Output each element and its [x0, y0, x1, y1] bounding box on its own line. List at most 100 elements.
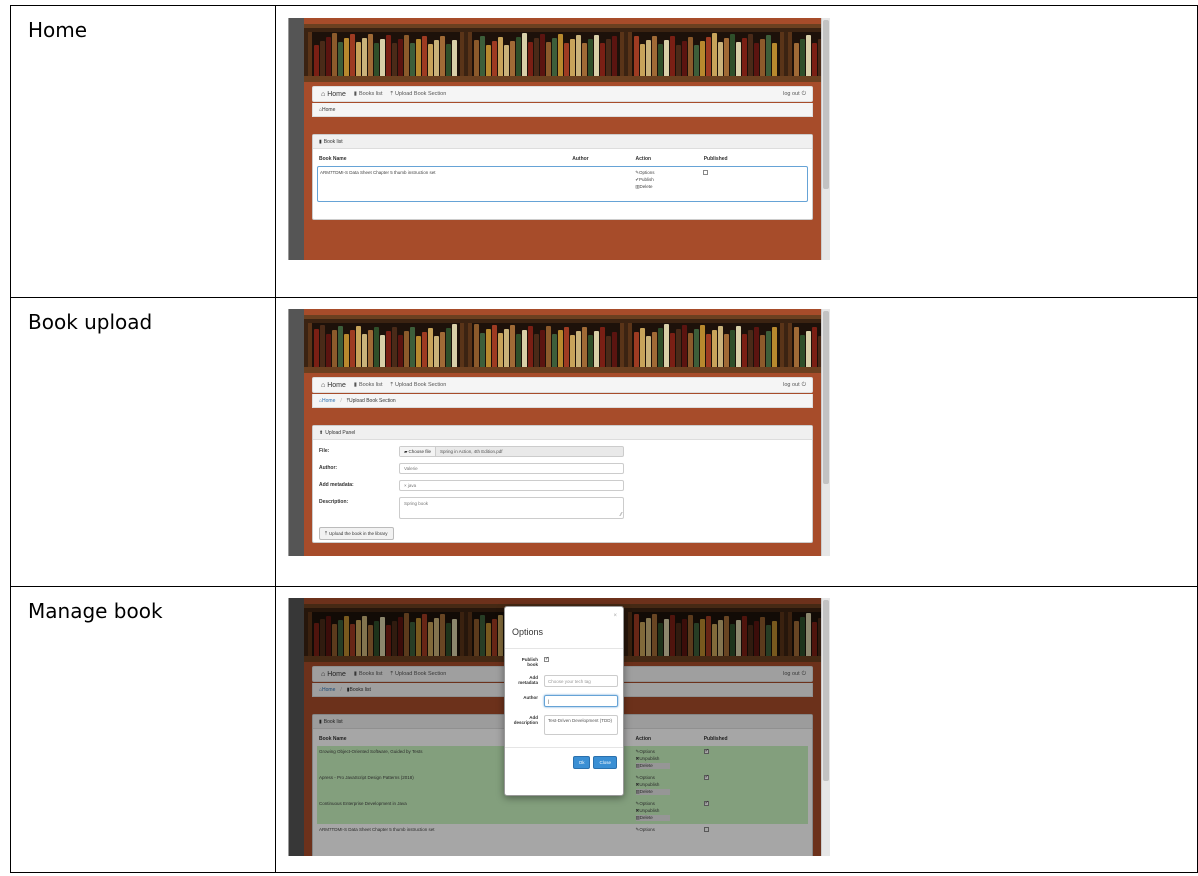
book-spine — [806, 35, 811, 76]
book-spine — [812, 327, 817, 367]
book-spine — [446, 328, 451, 367]
author-field[interactable]: Valerie — [399, 463, 624, 474]
close-button[interactable]: Close — [593, 756, 617, 769]
book-spine — [706, 333, 711, 367]
book-spine — [374, 42, 379, 76]
book-spine — [646, 39, 651, 76]
description-field[interactable]: Spring book ⁄⁄ — [399, 497, 624, 519]
book-spine — [588, 39, 593, 76]
ok-button[interactable]: Ok — [572, 756, 591, 769]
book-spine — [772, 43, 777, 76]
book-spine — [688, 333, 693, 367]
screenshot-cell: ⌂ Home ▮ Books list ⤒ Upload Book Section l… — [275, 586, 1198, 873]
bookshelf-banner — [304, 24, 830, 82]
book-icon: ▮ — [353, 91, 357, 97]
nav-books-list[interactable]: ▮ Books list — [354, 91, 383, 97]
book-spine — [434, 336, 439, 367]
scrollbar[interactable] — [821, 598, 830, 856]
book-spine — [706, 37, 711, 76]
publish-checkbox[interactable] — [544, 656, 549, 662]
book-spine — [428, 43, 433, 76]
published-checkbox[interactable] — [703, 170, 709, 175]
book-spine — [498, 333, 503, 367]
book-spine — [522, 33, 527, 76]
delete-link[interactable]: ▥Delete — [635, 184, 703, 190]
book-spine — [736, 326, 741, 367]
book-spine — [730, 330, 735, 367]
book-spine — [594, 35, 599, 76]
nav-upload-section[interactable]: ⤒ Upload Book Section — [391, 91, 447, 98]
book-spine — [760, 38, 765, 76]
book-spine — [440, 35, 445, 76]
scrollbar[interactable] — [821, 18, 830, 260]
book-spine — [700, 41, 705, 76]
book-spine — [600, 43, 605, 76]
metadata-input[interactable]: Choose your tech tag — [544, 675, 618, 687]
book-spine — [480, 332, 485, 367]
book-spine — [634, 331, 639, 367]
choose-file-button[interactable]: ▰ Choose file — [400, 447, 436, 456]
home-icon: ⌂ — [321, 381, 326, 389]
file-input[interactable]: ▰ Choose file Spring in Action, 4th Editi… — [399, 446, 624, 457]
book-spine — [558, 34, 563, 76]
publish-link[interactable]: ✔Publish — [635, 177, 703, 183]
book-spine — [404, 35, 409, 76]
book-spine — [606, 335, 611, 367]
book-spine — [374, 326, 379, 367]
book-spine — [570, 334, 575, 367]
book-spine — [600, 327, 605, 367]
book-icon: ▮ — [353, 382, 357, 388]
nav-upload-section[interactable]: ⤒ Upload Book Section — [391, 382, 447, 389]
book-spine — [564, 326, 569, 367]
book-spine — [772, 326, 777, 367]
logout-link[interactable]: log out ⏻ — [783, 382, 806, 389]
upload-book-button[interactable]: ⤒ Upload the book in the library — [319, 527, 394, 540]
book-spine — [712, 329, 717, 367]
book-spine — [718, 41, 723, 76]
book-spine — [694, 329, 699, 367]
row-label: Book upload — [10, 297, 276, 587]
book-spine — [724, 334, 729, 367]
nav-home[interactable]: ⌂ Home — [321, 382, 346, 389]
book-spine — [356, 42, 361, 76]
resize-handle-icon[interactable]: ⁄⁄ — [620, 512, 622, 518]
logout-link[interactable]: log out ⏻ — [783, 91, 806, 98]
book-spine — [428, 327, 433, 367]
options-link[interactable]: ✎Options — [635, 170, 703, 176]
book-spine — [806, 331, 811, 367]
document-table: Home ⌂ Home ▮ Books list ⤒ Upload Book Sect… — [10, 5, 1198, 873]
table-row[interactable]: ARM7TDMI-S Data Sheet Chapter 5 thumb in… — [317, 166, 808, 202]
scrollbar[interactable] — [821, 309, 830, 556]
close-icon[interactable]: × — [613, 613, 617, 619]
book-spine — [766, 34, 771, 76]
book-spine — [540, 33, 545, 76]
home-screenshot: ⌂ Home ▮ Books list ⤒ Upload Book Section l… — [288, 18, 830, 260]
crumb-home[interactable]: ⌂Home — [319, 107, 335, 113]
nav-home[interactable]: ⌂ Home — [321, 91, 346, 98]
book-spine — [794, 43, 799, 76]
book-spine — [694, 45, 699, 76]
crumb-home[interactable]: ⌂Home — [319, 398, 335, 404]
book-spine — [404, 331, 409, 367]
book-spine — [742, 38, 747, 76]
book-spine — [332, 33, 337, 76]
upload-icon: ⤒ — [390, 90, 393, 97]
nav-books-list[interactable]: ▮ Books list — [354, 382, 383, 388]
book-spine — [350, 33, 355, 76]
metadata-field[interactable]: × java — [399, 480, 624, 491]
screenshot-cell: ⌂ Home ▮ Books list ⤒ Upload Book Section l… — [275, 5, 1198, 298]
book-spine — [422, 331, 427, 367]
book-spine — [362, 334, 367, 367]
book-spine — [646, 336, 651, 367]
upload-panel: ⬆ Upload Panel File: ▰ Choose file Spring … — [312, 425, 813, 543]
book-spine — [652, 35, 657, 76]
author-input[interactable]: | — [544, 695, 618, 707]
description-input[interactable]: Test-Driven Development (TDD) — [544, 715, 618, 735]
breadcrumb: ⌂Home / ⤒Upload Book Section — [312, 394, 813, 408]
book-spine — [416, 335, 421, 367]
panel-heading: ⬆ Upload Panel — [313, 426, 812, 440]
book-spine — [452, 40, 457, 76]
book-spine — [516, 37, 521, 76]
book-spine — [558, 330, 563, 367]
panel-heading: ▮ Book list — [313, 135, 812, 149]
